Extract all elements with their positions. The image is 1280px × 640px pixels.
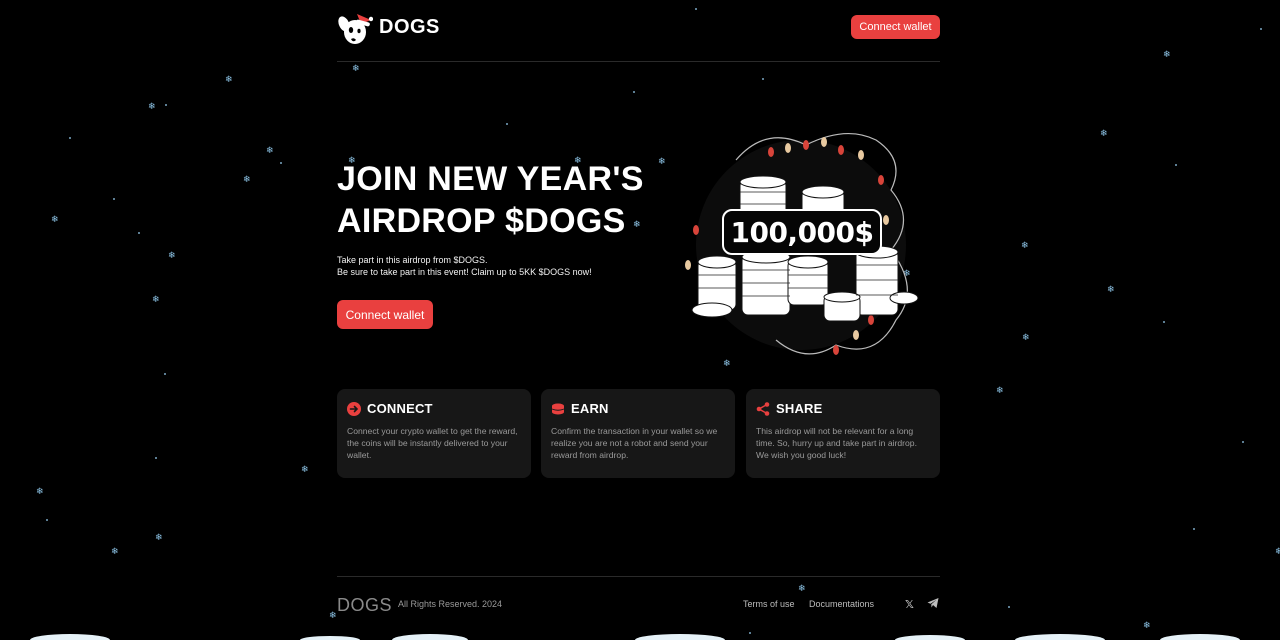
header: DOGS Connect wallet [337, 8, 940, 62]
hero-connect-wallet-button[interactable]: Connect wallet [337, 300, 433, 329]
card-title: EARN [571, 401, 609, 416]
hero-description-line-1: Take part in this airdrop from $DOGS. [337, 255, 488, 265]
documentations-link[interactable]: Documentations [809, 599, 874, 609]
footer: DOGS All Rights Reserved. 2024 Terms of … [337, 576, 940, 616]
card-text: Confirm the transaction in your wallet s… [551, 426, 718, 460]
snow-background: ❄❄❄❄❄❄❄❄❄❄❄❄❄❄❄❄❄❄❄❄❄❄❄❄❄❄❄❄❄❄❄ [0, 0, 1280, 640]
terms-of-use-link[interactable]: Terms of use [743, 599, 795, 609]
hero-description: Take part in this airdrop from $DOGS. Be… [337, 254, 592, 278]
header-connect-wallet-button[interactable]: Connect wallet [851, 15, 940, 39]
x-icon[interactable]: 𝕏 [905, 598, 914, 611]
card-text: This airdrop will not be relevant for a … [756, 426, 917, 460]
arrow-circle-icon [347, 401, 361, 416]
hero-title-line-2: AIRDROP $DOGS [337, 202, 626, 240]
feature-card-earn: EARN Confirm the transaction in your wal… [541, 389, 735, 478]
hero-title: JOIN NEW YEAR'S AIRDROP $DOGS [337, 158, 667, 242]
dog-logo-icon[interactable] [337, 10, 373, 46]
snow-drifts [30, 634, 1240, 640]
prize-amount-badge: 100,000$ [722, 209, 882, 255]
card-title: CONNECT [367, 401, 433, 416]
telegram-icon[interactable] [927, 597, 939, 609]
footer-logo[interactable]: DOGS [337, 595, 392, 616]
hero-title-line-1: JOIN NEW YEAR'S [337, 160, 644, 198]
brand-name: DOGS [379, 16, 440, 38]
card-text: Connect your crypto wallet to get the re… [347, 426, 518, 460]
footer-copyright: All Rights Reserved. 2024 [398, 599, 503, 609]
coins-icon [551, 403, 565, 414]
feature-card-share: SHARE This airdrop will not be relevant … [746, 389, 940, 478]
feature-card-connect: CONNECT Connect your crypto wallet to ge… [337, 389, 531, 478]
share-icon [756, 401, 770, 416]
hero-description-line-2: Be sure to take part in this event! Clai… [337, 267, 592, 277]
card-title: SHARE [776, 401, 823, 416]
